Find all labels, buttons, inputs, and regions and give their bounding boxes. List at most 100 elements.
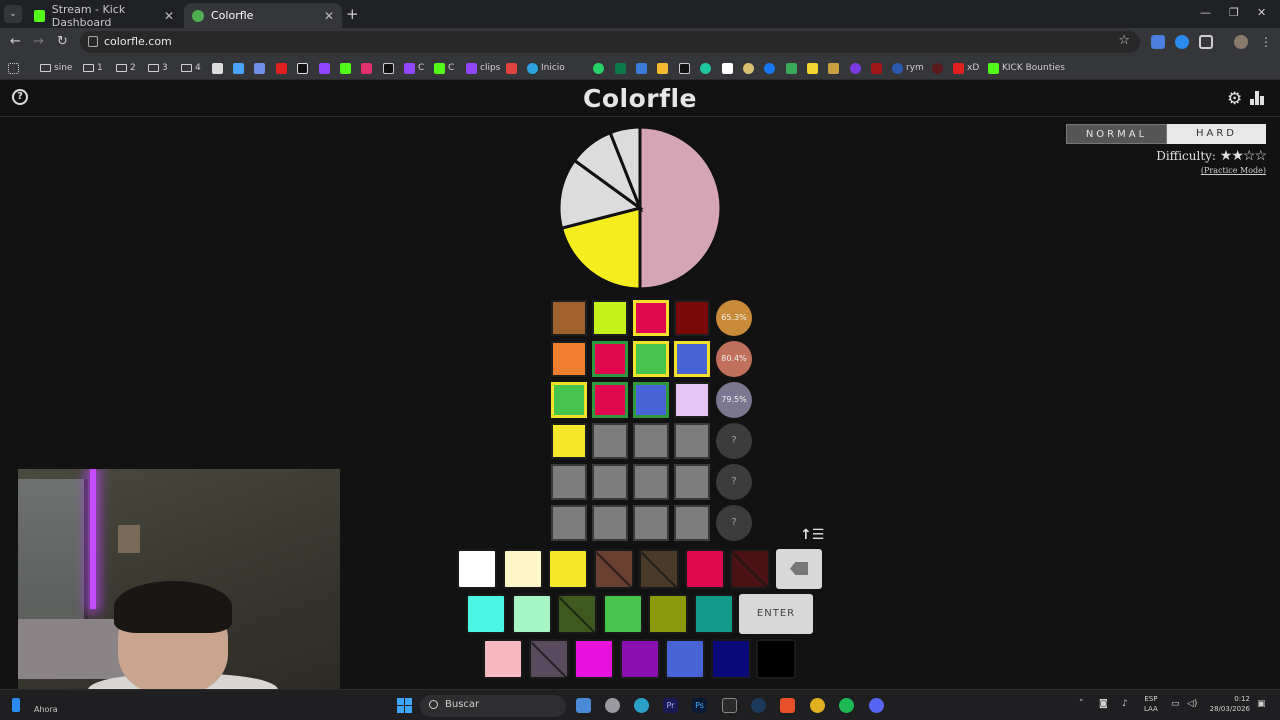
obs-icon[interactable] <box>605 698 620 713</box>
color-key[interactable] <box>502 549 543 589</box>
color-key[interactable] <box>648 594 688 634</box>
chrome-icon[interactable] <box>810 698 825 713</box>
bookmark-tiktok[interactable] <box>297 61 311 75</box>
tab-search-button[interactable]: ⌄ <box>4 5 22 23</box>
bookmark-folder-4[interactable]: 4 <box>181 61 201 75</box>
back-icon[interactable]: ← <box>10 34 21 49</box>
windows-start-icon[interactable] <box>397 698 412 713</box>
spotify-icon[interactable] <box>839 698 854 713</box>
color-key[interactable] <box>466 594 506 634</box>
profile-avatar[interactable] <box>1234 35 1248 49</box>
bookmark-red[interactable] <box>871 61 885 75</box>
color-key[interactable] <box>710 639 751 679</box>
tray-mic-icon[interactable]: ♪ <box>1122 699 1128 709</box>
bookmark-threads[interactable] <box>212 61 226 75</box>
gear-icon[interactable]: ⚙ <box>1227 89 1242 109</box>
tab-kick-dashboard[interactable]: Stream - Kick Dashboard ✕ <box>26 3 182 29</box>
site-info-icon[interactable] <box>88 36 98 47</box>
address-bar[interactable]: colorfle.com ☆ <box>80 31 1140 53</box>
discord-icon[interactable] <box>869 698 884 713</box>
epic-games-icon[interactable] <box>722 698 737 713</box>
bookmark-folder-3[interactable]: 3 <box>148 61 168 75</box>
bookmark-app[interactable] <box>615 61 629 75</box>
bookmark-multi[interactable] <box>786 61 800 75</box>
color-key[interactable] <box>557 594 597 634</box>
steam-icon[interactable] <box>751 698 766 713</box>
taskbar-clock[interactable]: 0:12 28/03/2026 <box>1204 694 1250 714</box>
tray-network-icon[interactable]: ▭ <box>1171 699 1180 709</box>
bookmark-b[interactable] <box>807 61 821 75</box>
brave-icon[interactable] <box>780 698 795 713</box>
practice-mode-link[interactable]: (Practice Mode) <box>1150 166 1266 175</box>
color-key[interactable] <box>548 549 588 589</box>
color-key[interactable] <box>730 549 770 589</box>
color-key[interactable] <box>665 639 705 679</box>
premiere-icon[interactable]: Pr <box>663 698 678 713</box>
color-key[interactable] <box>483 639 523 679</box>
color-key[interactable] <box>639 549 679 589</box>
tab-colorfle[interactable]: Colorfle ✕ <box>184 3 342 28</box>
bookmark-star-icon[interactable]: ☆ <box>1118 33 1130 48</box>
color-key[interactable] <box>602 594 643 634</box>
mode-normal-button[interactable]: NORMAL <box>1066 124 1167 144</box>
color-key[interactable] <box>457 549 497 589</box>
color-key[interactable] <box>574 639 614 679</box>
bookmark-x2[interactable] <box>679 61 693 75</box>
translate-extension-icon[interactable] <box>1151 35 1165 49</box>
bookmark-kick-c[interactable]: C <box>434 61 454 75</box>
bookmark-pen[interactable] <box>636 61 650 75</box>
bookmark-twitch-c[interactable]: C <box>404 61 424 75</box>
bookmark-instagram[interactable] <box>361 61 375 75</box>
photoshop-icon[interactable]: Ps <box>692 698 707 713</box>
enter-button[interactable]: ENTER <box>739 594 813 634</box>
file-explorer-icon[interactable] <box>576 698 591 713</box>
color-key[interactable] <box>684 549 725 589</box>
color-key[interactable] <box>756 639 796 679</box>
new-tab-button[interactable]: + <box>346 5 359 23</box>
bookmark-spark[interactable] <box>233 61 247 75</box>
browser-menu-icon[interactable]: ⋮ <box>1260 35 1274 49</box>
color-key[interactable] <box>528 639 569 679</box>
mode-hard-button[interactable]: HARD <box>1167 124 1266 144</box>
weather-icon[interactable] <box>12 698 20 712</box>
close-window-icon[interactable]: ✕ <box>1257 6 1266 19</box>
bookmark-rym[interactable]: rym <box>892 61 924 75</box>
bookmark-xd[interactable]: xD <box>953 61 979 75</box>
sort-icon[interactable]: ↑☰ <box>800 527 824 543</box>
reload-icon[interactable]: ↻ <box>57 34 68 49</box>
taskbar-search[interactable]: Buscar <box>420 695 566 717</box>
tray-volume-icon[interactable]: ◁) <box>1187 699 1197 709</box>
bookmark-folder-sine[interactable]: sine <box>40 61 72 75</box>
maximize-icon[interactable]: ❐ <box>1229 6 1239 19</box>
bookmark-folder-2[interactable]: 2 <box>116 61 136 75</box>
tray-gamepad-icon[interactable]: ◙ <box>1099 699 1108 709</box>
backspace-button[interactable] <box>776 549 822 589</box>
bookmark-game[interactable] <box>828 61 842 75</box>
bookmark-a[interactable] <box>722 61 736 75</box>
bookmark-clips[interactable]: clips <box>466 61 500 75</box>
bookmark-translate[interactable] <box>254 61 268 75</box>
extensions-puzzle-icon[interactable] <box>1199 35 1213 49</box>
close-tab-icon[interactable]: ✕ <box>164 9 174 23</box>
bookmark-kick-bounties[interactable]: KICK Bounties <box>988 61 1065 75</box>
bookmark-kick[interactable] <box>340 61 354 75</box>
bookmark-coin[interactable] <box>743 61 757 75</box>
tray-overflow-icon[interactable]: ˄ <box>1079 699 1084 709</box>
browser-app-icon[interactable] <box>634 698 649 713</box>
bookmark-dark[interactable] <box>932 61 946 75</box>
color-key[interactable] <box>511 594 552 634</box>
color-key[interactable] <box>619 639 660 679</box>
bookmark-inicio[interactable]: Inicio <box>527 61 565 75</box>
minimize-icon[interactable]: — <box>1200 6 1211 19</box>
keyboard-language[interactable]: ESP LAA <box>1144 694 1158 714</box>
forward-icon[interactable]: → <box>33 34 44 49</box>
bookmark-whatsapp[interactable] <box>593 61 607 75</box>
bookmark-x[interactable] <box>383 61 397 75</box>
bookmark-facebook[interactable] <box>764 61 778 75</box>
bookmark-twitch[interactable] <box>319 61 333 75</box>
bookmark-circle[interactable] <box>700 61 714 75</box>
stats-icon[interactable] <box>1250 91 1266 105</box>
extension-icon[interactable] <box>1175 35 1189 49</box>
bookmark-binance[interactable] <box>657 61 671 75</box>
apps-grid-icon[interactable] <box>8 61 22 75</box>
